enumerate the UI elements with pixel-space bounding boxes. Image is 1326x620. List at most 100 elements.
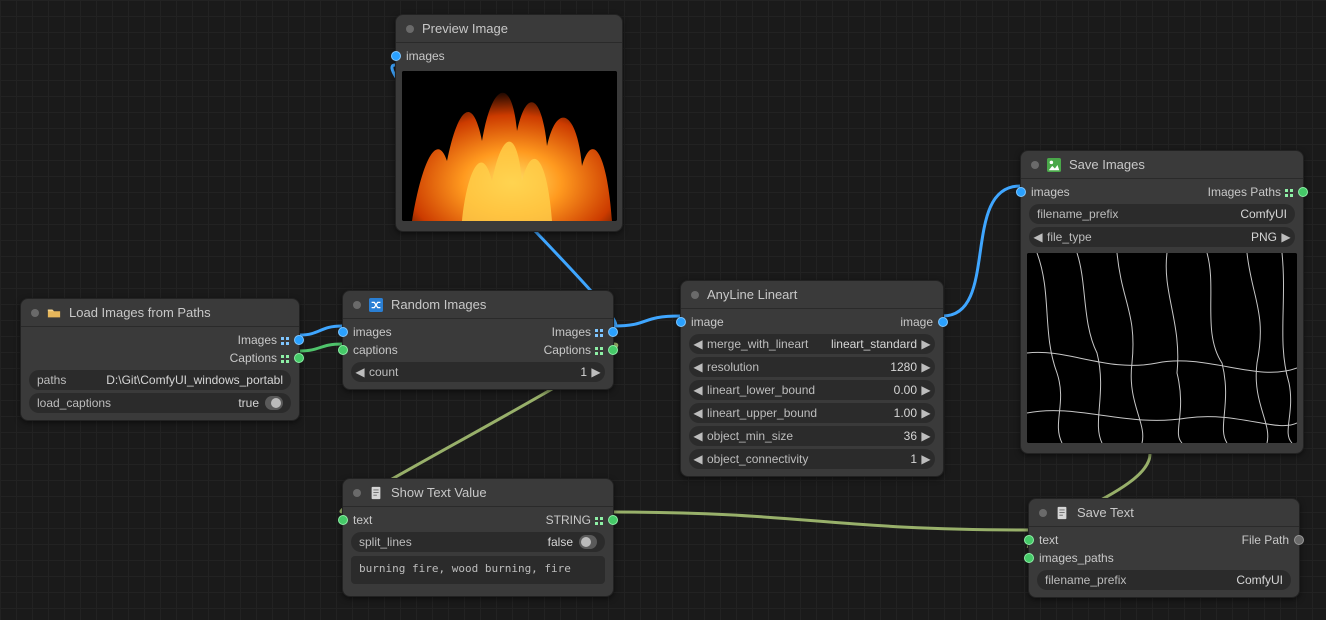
widget-value: D:\Git\ComfyUI_windows_portabl [106,373,283,387]
folder-icon [47,306,61,320]
collapse-dot-icon[interactable] [1031,161,1039,169]
node-header[interactable]: Random Images [343,291,613,319]
port-in-images-paths[interactable] [1024,553,1034,563]
node-anyline-lineart[interactable]: AnyLine Lineart image image ◀ merge_with… [680,280,944,477]
chevron-left-icon[interactable]: ◀ [693,360,703,374]
port-in-images[interactable] [391,51,401,61]
chevron-right-icon[interactable]: ▶ [921,406,931,420]
paths-input[interactable]: paths D:\Git\ComfyUI_windows_portabl [29,370,291,390]
input-label: image [691,315,724,329]
chevron-right-icon[interactable]: ▶ [921,452,931,466]
input-label: captions [353,343,398,357]
port-in-images[interactable] [1016,187,1026,197]
widget-label: load_captions [37,396,111,410]
resolution-input[interactable]: ◀ resolution 1280 ▶ [689,357,935,377]
port-in-text[interactable] [1024,535,1034,545]
node-title: Save Text [1077,505,1134,520]
collapse-dot-icon[interactable] [31,309,39,317]
port-in-images[interactable] [338,327,348,337]
port-out-captions[interactable] [294,353,304,363]
widget-label: merge_with_lineart [703,337,831,351]
chevron-right-icon[interactable]: ▶ [921,429,931,443]
port-in-captions[interactable] [338,345,348,355]
node-random-images[interactable]: Random Images images Images captions Cap… [342,290,614,390]
output-label: image [900,315,933,329]
widget-value: ComfyUI [1240,207,1287,221]
count-input[interactable]: ◀ count 1 ▶ [351,362,605,382]
input-label: images [1031,185,1070,199]
port-out-images[interactable] [294,335,304,345]
chevron-right-icon[interactable]: ▶ [921,337,931,351]
collapse-dot-icon[interactable] [1039,509,1047,517]
output-thumbnail [1027,253,1297,443]
upper-bound-input[interactable]: ◀ lineart_upper_bound 1.00 ▶ [689,403,935,423]
widget-value: true [238,396,259,410]
input-label: text [353,513,372,527]
port-out-image[interactable] [938,317,948,327]
widget-value: lineart_standard [831,337,921,351]
widget-value: 36 [904,429,921,443]
chevron-left-icon[interactable]: ◀ [693,452,703,466]
node-load-images[interactable]: Load Images from Paths Images Captions p… [20,298,300,421]
lower-bound-input[interactable]: ◀ lineart_lower_bound 0.00 ▶ [689,380,935,400]
widget-label: count [365,365,580,379]
input-label: text [1039,533,1058,547]
port-out-images[interactable] [608,327,618,337]
node-preview-image[interactable]: Preview Image images [395,14,623,232]
merge-select[interactable]: ◀ merge_with_lineart lineart_standard ▶ [689,334,935,354]
chevron-left-icon[interactable]: ◀ [693,337,703,351]
node-header[interactable]: Save Images [1021,151,1303,179]
chevron-left-icon[interactable]: ◀ [693,383,703,397]
node-save-images[interactable]: Save Images images Images Paths filename… [1020,150,1304,454]
widget-label: resolution [703,360,890,374]
chevron-left-icon[interactable]: ◀ [693,429,703,443]
node-title: Load Images from Paths [69,305,211,320]
chevron-left-icon[interactable]: ◀ [1033,230,1043,244]
port-out-paths[interactable] [1298,187,1308,197]
node-header[interactable]: AnyLine Lineart [681,281,943,309]
text-value-display: burning fire, wood burning, fire [351,556,605,584]
node-header[interactable]: Load Images from Paths [21,299,299,327]
image-icon [1047,158,1061,172]
chevron-left-icon[interactable]: ◀ [355,365,365,379]
widget-value: 1 [910,452,921,466]
output-label: Captions [544,343,591,357]
node-save-text[interactable]: Save Text text File Path images_paths fi… [1028,498,1300,598]
node-header[interactable]: Show Text Value [343,479,613,507]
min-size-input[interactable]: ◀ object_min_size 36 ▶ [689,426,935,446]
chevron-left-icon[interactable]: ◀ [693,406,703,420]
port-in-text[interactable] [338,515,348,525]
split-lines-toggle[interactable]: split_lines false [351,532,605,552]
load-captions-toggle[interactable]: load_captions true [29,393,291,413]
port-out-filepath[interactable] [1294,535,1304,545]
widget-label: object_min_size [703,429,904,443]
node-title: Save Images [1069,157,1145,172]
preview-thumbnail [402,71,617,221]
port-in-image[interactable] [676,317,686,327]
toggle-pill-icon [265,396,283,410]
port-out-string[interactable] [608,515,618,525]
output-label: Images Paths [1208,185,1281,199]
widget-value: 0.00 [894,383,921,397]
document-icon [1055,506,1069,520]
filename-prefix-input[interactable]: filename_prefix ComfyUI [1029,204,1295,224]
collapse-dot-icon[interactable] [353,301,361,309]
array-icon [595,347,603,355]
port-out-captions[interactable] [608,345,618,355]
node-show-text[interactable]: Show Text Value text STRING split_lines … [342,478,614,597]
chevron-right-icon[interactable]: ▶ [591,365,601,379]
filename-prefix-input[interactable]: filename_prefix ComfyUI [1037,570,1291,590]
node-header[interactable]: Preview Image [396,15,622,43]
file-type-select[interactable]: ◀ file_type PNG ▶ [1029,227,1295,247]
chevron-right-icon[interactable]: ▶ [921,383,931,397]
widget-label: paths [37,373,66,387]
collapse-dot-icon[interactable] [353,489,361,497]
array-icon [1285,189,1293,197]
chevron-right-icon[interactable]: ▶ [1281,230,1291,244]
node-header[interactable]: Save Text [1029,499,1299,527]
chevron-right-icon[interactable]: ▶ [921,360,931,374]
collapse-dot-icon[interactable] [691,291,699,299]
connectivity-input[interactable]: ◀ object_connectivity 1 ▶ [689,449,935,469]
output-label: Captions [230,351,277,365]
collapse-dot-icon[interactable] [406,25,414,33]
